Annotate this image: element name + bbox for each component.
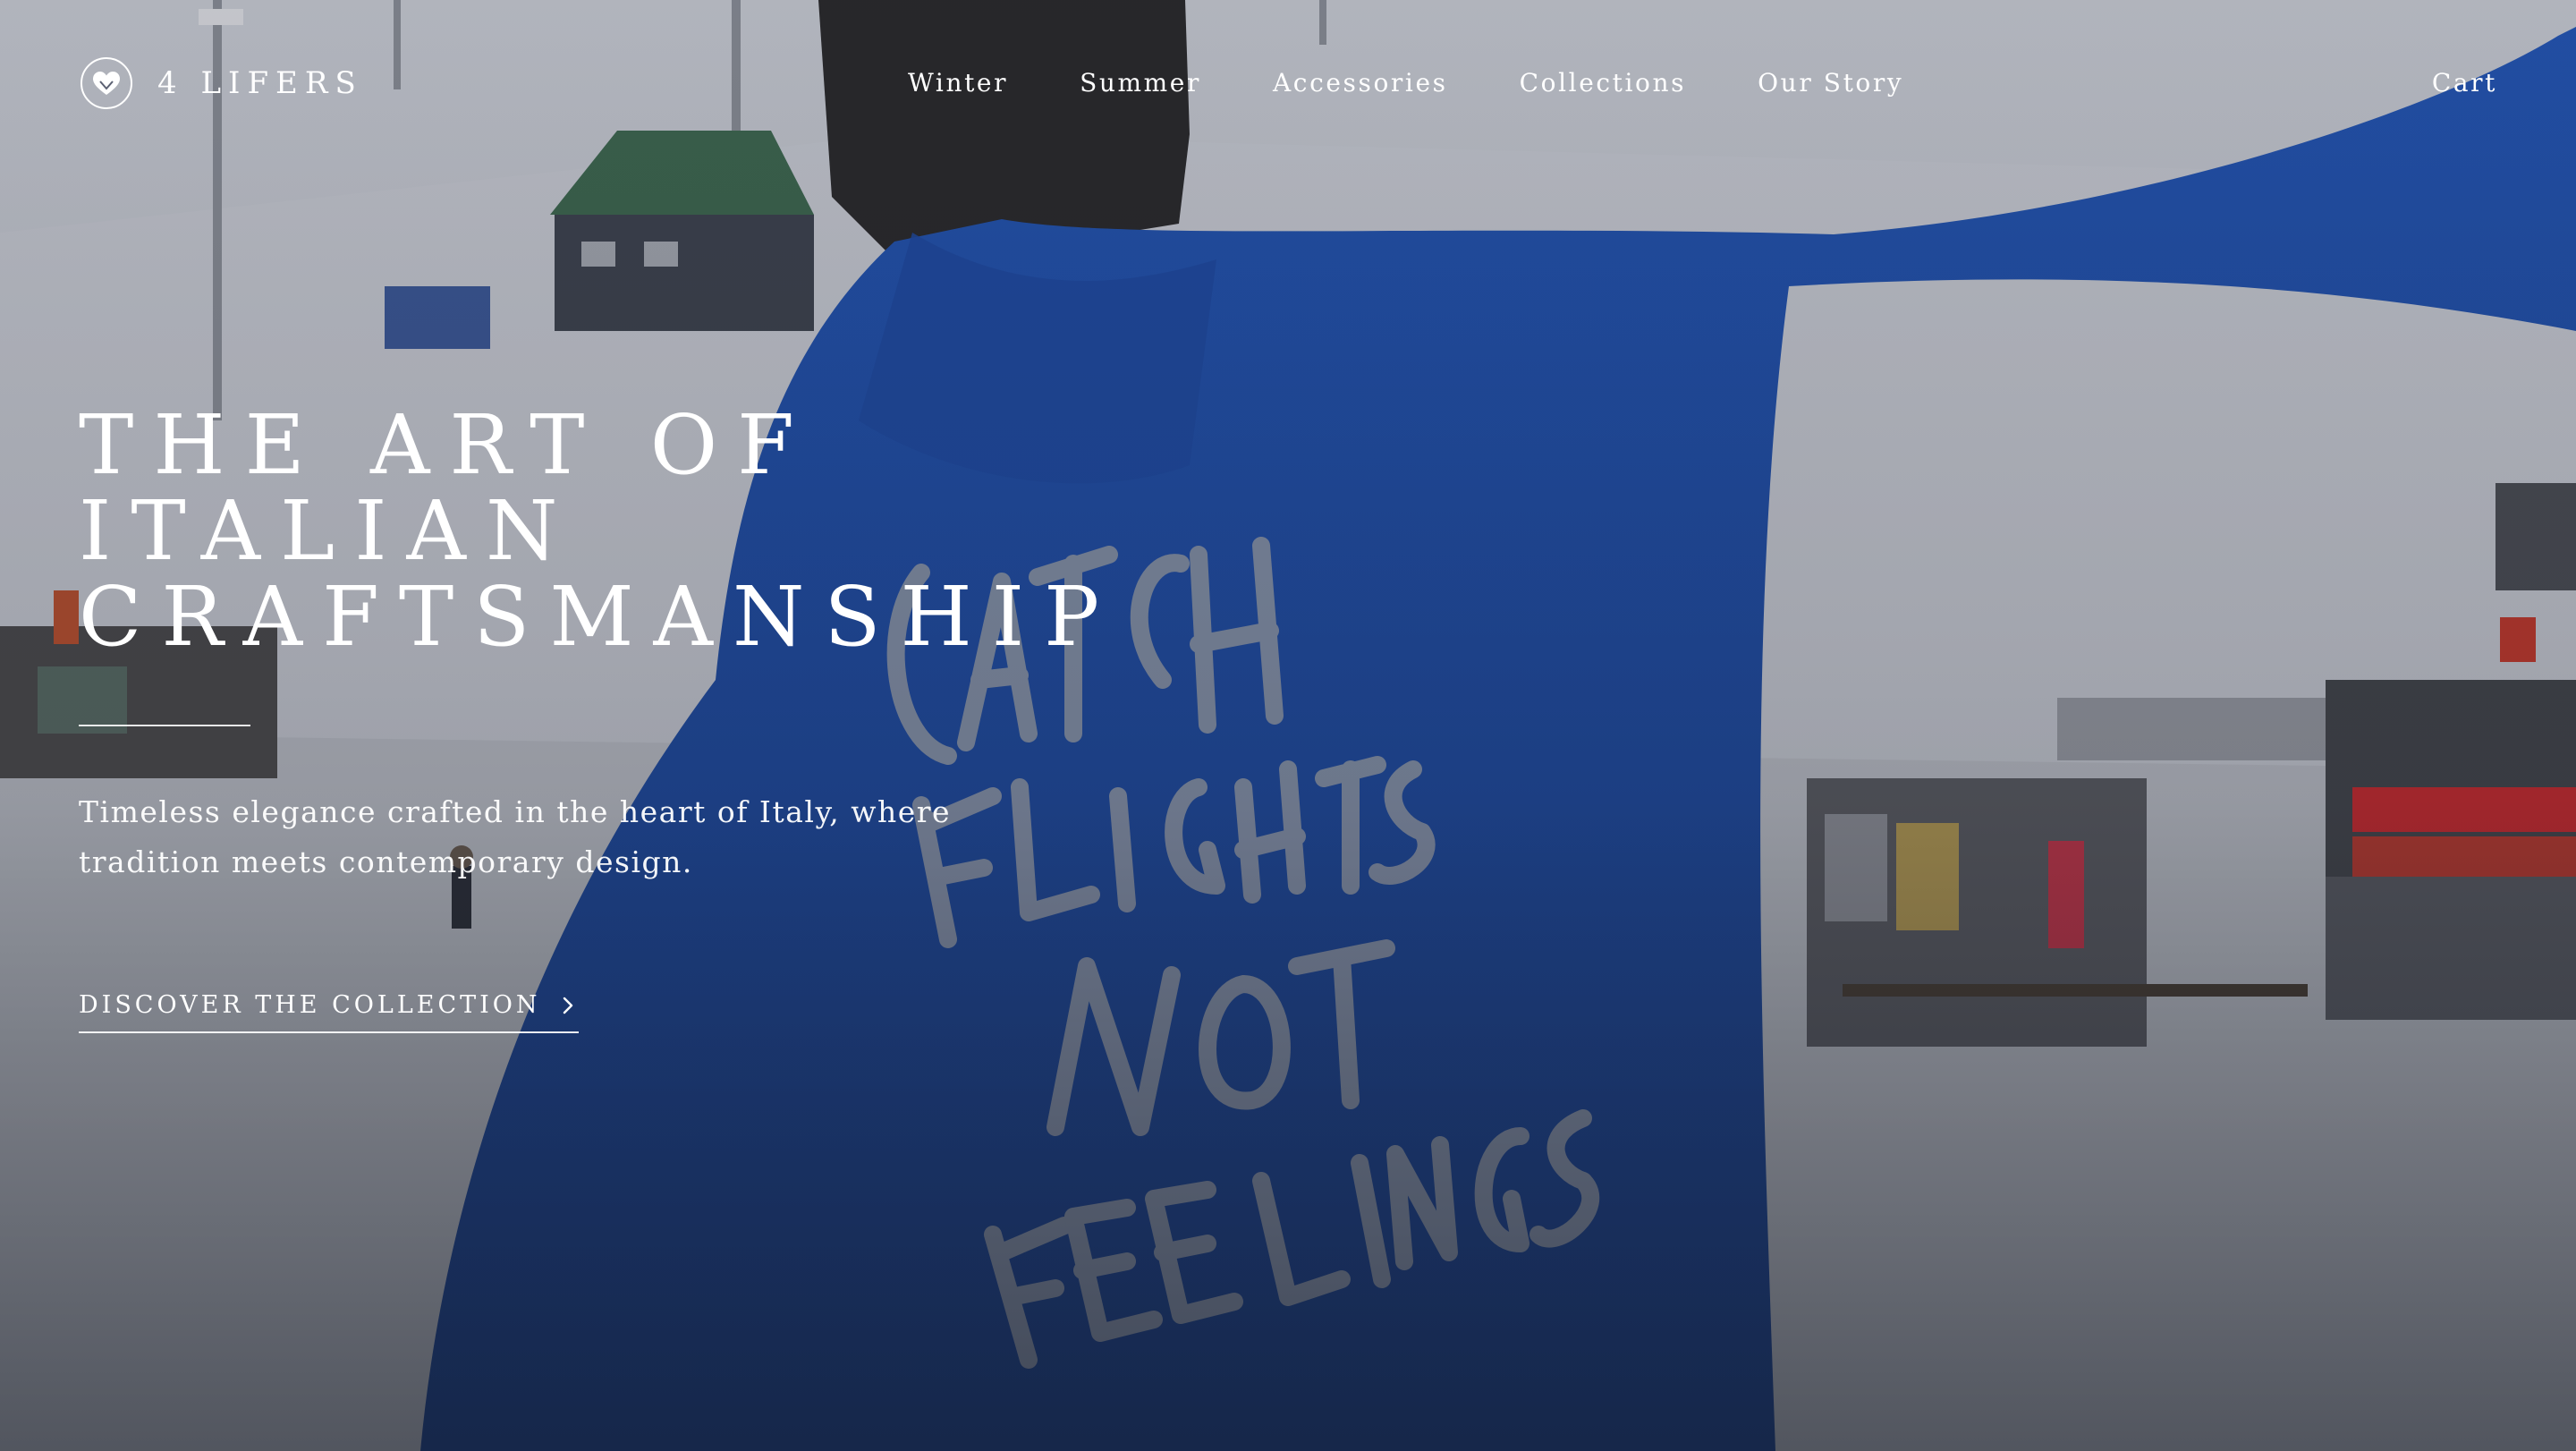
discover-collection-label: DISCOVER THE COLLECTION: [79, 991, 541, 1019]
main-nav: Winter Summer Accessories Collections Ou…: [908, 68, 1903, 98]
hero-subtitle-line: tradition meets contemporary design.: [79, 844, 693, 879]
nav-item-accessories[interactable]: Accessories: [1273, 68, 1448, 98]
hero-subtitle: Timeless elegance crafted in the heart o…: [79, 787, 1098, 887]
hero-subtitle-line: Timeless elegance crafted in the heart o…: [79, 794, 952, 829]
brand-logo[interactable]: 4 LIFERS: [79, 54, 363, 113]
brand-name: 4 LIFERS: [157, 65, 363, 101]
chevron-right-icon: [561, 994, 579, 1017]
hero-divider: [79, 725, 250, 726]
nav-item-summer[interactable]: Summer: [1080, 68, 1201, 98]
discover-collection-link[interactable]: DISCOVER THE COLLECTION: [79, 991, 579, 1033]
hero-overlay: [0, 0, 2576, 1451]
nav-item-winter[interactable]: Winter: [908, 68, 1008, 98]
site-header: 4 LIFERS Winter Summer Accessories Colle…: [0, 0, 2576, 170]
hero-title-line: THE ART OF: [79, 397, 814, 493]
cart-link[interactable]: Cart: [2432, 68, 2497, 98]
hero-section: 4 LIFERS Winter Summer Accessories Colle…: [0, 0, 2576, 1451]
hero-title-line: CRAFTSMANSHIP: [79, 569, 1119, 665]
nav-item-collections[interactable]: Collections: [1520, 68, 1687, 98]
heart-in-circle-icon: [79, 55, 134, 111]
hero-title: THE ART OF ITALIAN CRAFTSMANSHIP: [79, 403, 1119, 660]
hero-title-line: ITALIAN: [79, 483, 578, 579]
nav-item-our-story[interactable]: Our Story: [1758, 68, 1903, 98]
